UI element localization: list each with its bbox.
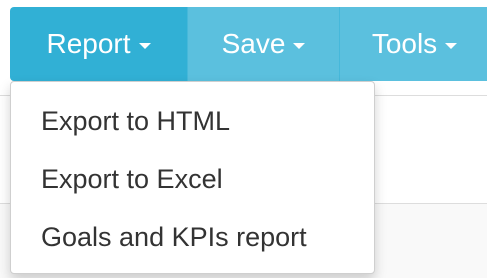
toolbar: Report Save Tools — [10, 7, 487, 81]
report-button-label: Report — [46, 28, 131, 59]
menu-item-export-excel[interactable]: Export to Excel — [11, 150, 374, 208]
report-dropdown-menu: Export to HTML Export to Excel Goals and… — [10, 81, 375, 274]
page: Report Save Tools Export to HTML Export … — [0, 0, 487, 278]
caret-down-icon — [138, 43, 151, 49]
save-button[interactable]: Save — [187, 7, 339, 81]
menu-item-export-html[interactable]: Export to HTML — [11, 92, 374, 150]
menu-item-goals-kpis-report[interactable]: Goals and KPIs report — [11, 208, 374, 266]
tools-button[interactable]: Tools — [339, 7, 487, 81]
report-button[interactable]: Report — [10, 7, 187, 81]
caret-down-icon — [293, 43, 306, 49]
caret-down-icon — [445, 43, 458, 49]
tools-button-label: Tools — [371, 28, 438, 59]
save-button-label: Save — [221, 28, 286, 59]
